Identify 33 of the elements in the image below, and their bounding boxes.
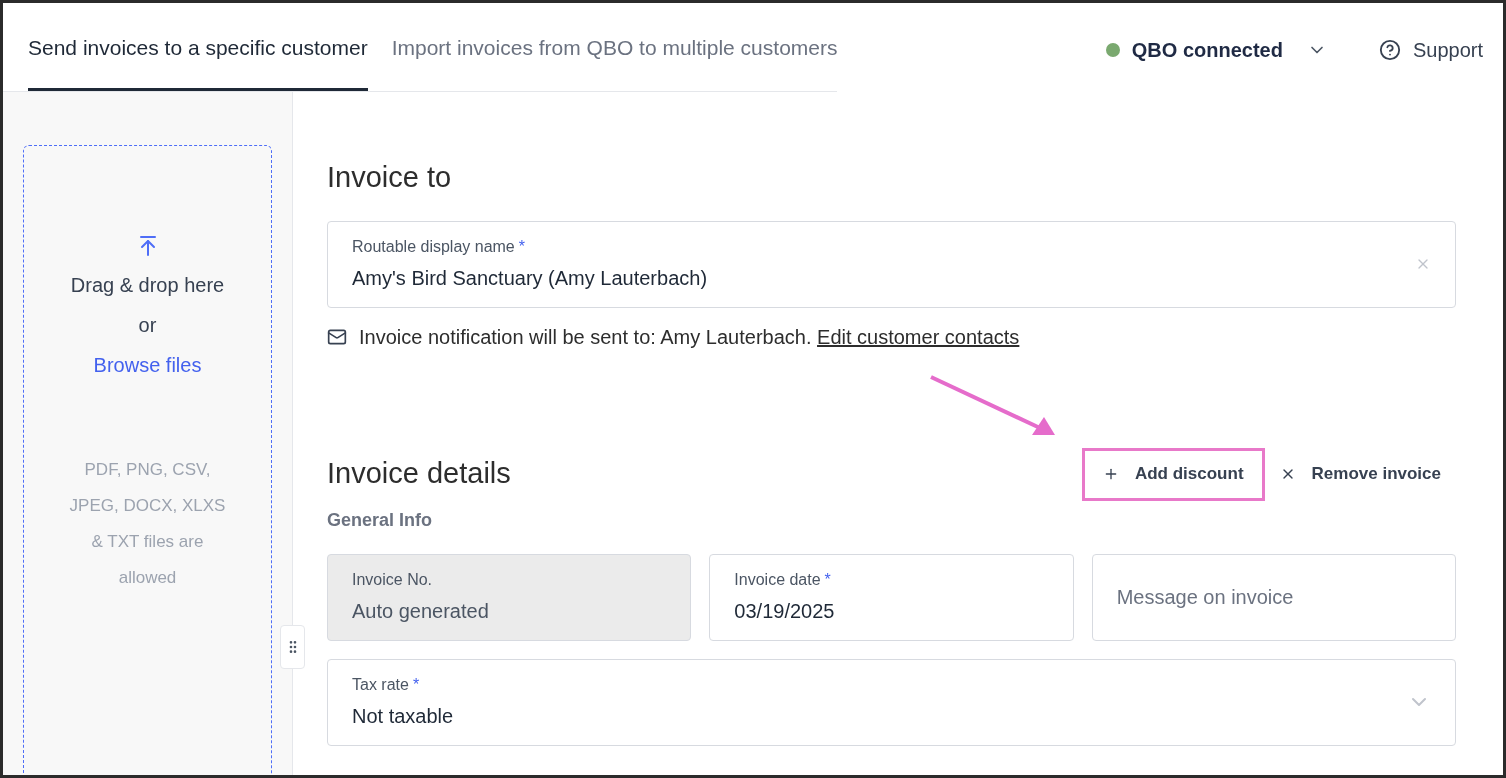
field-label: Invoice No.	[352, 570, 433, 590]
section-heading: Invoice details	[327, 456, 512, 492]
file-types-hint: PDF, PNG, CSV, JPEG, DOCX, XLXS & TXT files are allowed	[68, 459, 227, 589]
add-discount-button[interactable]: Add discount	[1081, 447, 1265, 501]
remove-invoice-button[interactable]: Remove invoice	[1264, 447, 1456, 501]
message-field[interactable]: Message on invoice	[1091, 553, 1456, 641]
required-asterisk: *	[824, 570, 831, 590]
required-asterisk: *	[412, 675, 420, 695]
section-heading: Invoice to	[327, 160, 453, 195]
display-name-field[interactable]: Routable display name * Amy's Bird Sanctuary (Amy Lauterbach)	[327, 220, 1456, 308]
message-input[interactable]: Message on invoice	[1116, 582, 1431, 612]
required-asterisk: *	[518, 237, 525, 257]
field-label: Routable display name	[352, 237, 515, 257]
tab[interactable]: Import invoices from QBO to multiple customers	[391, 3, 838, 91]
field-label: Invoice date	[734, 570, 821, 590]
field-value: Not taxable	[352, 704, 455, 729]
field-label: Tax rate	[352, 675, 409, 695]
edit-contacts-link[interactable]: Edit customer contacts	[817, 325, 1020, 348]
field-value: 03/19/2025	[734, 599, 836, 624]
resize-handle[interactable]	[280, 625, 305, 669]
drop-prompt: Drag & drop here	[70, 273, 225, 298]
drop-zone[interactable]: Drag & drop here or Browse files PDF, PNG, CSV, JPEG, DOCX, XLXS & TXT files are allowed	[23, 145, 272, 775]
invoice-field[interactable]: Invoice date * 03/19/2025	[709, 553, 1074, 641]
or-text: or	[138, 313, 157, 338]
browse-files-link[interactable]: Browse files	[93, 350, 202, 380]
subsection-heading: General Info	[327, 508, 434, 532]
connection-dropdown[interactable]: QBO connected	[1105, 34, 1327, 65]
tax-rate-select[interactable]: Tax rate * Not taxable	[327, 658, 1456, 746]
field-value: Auto generated	[352, 599, 490, 624]
support-button[interactable]: Support	[1378, 34, 1483, 65]
notification-text: Invoice notification will be sent to: Amy Lauterbach. Edit customer contacts	[359, 324, 1020, 350]
field-value: Amy's Bird Sanctuary (Amy Lauterbach)	[352, 266, 709, 291]
help-icon	[1378, 38, 1401, 61]
